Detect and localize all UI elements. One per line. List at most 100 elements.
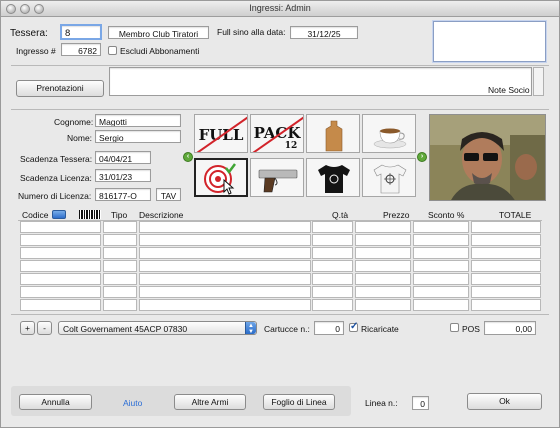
prenotazioni-button[interactable]: Prenotazioni bbox=[16, 80, 104, 97]
tile-coffee[interactable] bbox=[362, 114, 416, 153]
licenza-tipo-field: TAV bbox=[156, 188, 181, 201]
cell-descrizione[interactable] bbox=[139, 286, 311, 298]
cell-prezzo[interactable] bbox=[355, 273, 411, 285]
tile-tshirt-black[interactable] bbox=[306, 158, 360, 197]
pos-checkbox[interactable] bbox=[450, 323, 459, 332]
tile-tshirt-white[interactable] bbox=[362, 158, 416, 197]
col-totale: TOTALE bbox=[499, 210, 532, 220]
altre-armi-button[interactable]: Altre Armi bbox=[174, 394, 246, 410]
ingresso-label: Ingresso # bbox=[16, 46, 56, 56]
note-socio-label: Note Socio bbox=[488, 85, 530, 95]
numero-licenza-field[interactable]: 816177-O bbox=[95, 188, 151, 201]
scadenza-tessera-label: Scadenza Tessera: bbox=[20, 154, 93, 164]
cell-descrizione[interactable] bbox=[139, 221, 311, 233]
tile-silhouette-target[interactable] bbox=[306, 114, 360, 153]
cell-totale[interactable] bbox=[471, 221, 541, 233]
silhouette-target-icon bbox=[325, 120, 343, 152]
codice-menu-icon[interactable] bbox=[52, 210, 66, 219]
cell-tipo[interactable] bbox=[103, 286, 137, 298]
add-row-button[interactable]: + bbox=[20, 321, 35, 335]
cell-descrizione[interactable] bbox=[139, 260, 311, 272]
note-socio-area[interactable] bbox=[109, 67, 532, 96]
cell-totale[interactable] bbox=[471, 273, 541, 285]
cell-codice[interactable] bbox=[20, 299, 101, 311]
window-title: Ingressi: Admin bbox=[249, 3, 311, 13]
cognome-field[interactable]: Magotti bbox=[95, 114, 181, 127]
cell-totale[interactable] bbox=[471, 247, 541, 259]
cell-quantita[interactable] bbox=[312, 221, 353, 233]
weapon-select[interactable]: Colt Governament 45ACP 07830 ▲ ▼ bbox=[58, 321, 257, 335]
membership-type-field: Membro Club Tiratori bbox=[108, 26, 209, 39]
cell-totale[interactable] bbox=[471, 234, 541, 246]
remove-row-button[interactable]: - bbox=[37, 321, 52, 335]
items-table-body bbox=[18, 221, 542, 311]
cell-prezzo[interactable] bbox=[355, 234, 411, 246]
cell-tipo[interactable] bbox=[103, 273, 137, 285]
tile-pistol[interactable] bbox=[250, 158, 304, 197]
cell-sconto[interactable] bbox=[413, 260, 469, 272]
nome-field[interactable]: Sergio bbox=[95, 130, 181, 143]
tile-full-pass[interactable]: FULL bbox=[194, 114, 248, 153]
cell-tipo[interactable] bbox=[103, 260, 137, 272]
cell-sconto[interactable] bbox=[413, 234, 469, 246]
cell-sconto[interactable] bbox=[413, 247, 469, 259]
pos-amount-field[interactable]: 0,00 bbox=[484, 321, 536, 335]
scadenza-tessera-field[interactable]: 04/04/21 bbox=[95, 151, 151, 164]
cell-prezzo[interactable] bbox=[355, 286, 411, 298]
cell-tipo[interactable] bbox=[103, 247, 137, 259]
cell-quantita[interactable] bbox=[312, 299, 353, 311]
cell-codice[interactable] bbox=[20, 221, 101, 233]
annulla-button[interactable]: Annulla bbox=[19, 394, 92, 410]
previous-products-icon[interactable]: ‹ bbox=[183, 152, 193, 162]
pack-word: PACK bbox=[253, 124, 301, 142]
cell-codice[interactable] bbox=[20, 247, 101, 259]
cell-codice[interactable] bbox=[20, 234, 101, 246]
cell-codice[interactable] bbox=[20, 273, 101, 285]
cell-prezzo[interactable] bbox=[355, 247, 411, 259]
scadenza-licenza-field[interactable]: 31/01/23 bbox=[95, 169, 151, 182]
tessera-input[interactable]: 8 bbox=[60, 24, 102, 40]
cell-prezzo[interactable] bbox=[355, 260, 411, 272]
cell-tipo[interactable] bbox=[103, 299, 137, 311]
cell-quantita[interactable] bbox=[312, 247, 353, 259]
cell-totale[interactable] bbox=[471, 299, 541, 311]
cell-sconto[interactable] bbox=[413, 273, 469, 285]
cell-prezzo[interactable] bbox=[355, 221, 411, 233]
cell-tipo[interactable] bbox=[103, 234, 137, 246]
cell-quantita[interactable] bbox=[312, 286, 353, 298]
cell-sconto[interactable] bbox=[413, 221, 469, 233]
barcode-icon[interactable] bbox=[79, 210, 101, 219]
chevron-updown-icon: ▲ ▼ bbox=[245, 322, 256, 335]
cartucce-label: Cartucce n.: bbox=[264, 324, 310, 334]
linea-input[interactable]: 0 bbox=[412, 396, 429, 410]
cell-sconto[interactable] bbox=[413, 299, 469, 311]
cell-codice[interactable] bbox=[20, 260, 101, 272]
cell-codice[interactable] bbox=[20, 286, 101, 298]
cell-totale[interactable] bbox=[471, 286, 541, 298]
cell-descrizione[interactable] bbox=[139, 247, 311, 259]
tile-target-selected[interactable] bbox=[194, 158, 248, 197]
pos-label: POS bbox=[462, 324, 480, 334]
cell-totale[interactable] bbox=[471, 260, 541, 272]
ricaricate-checkbox[interactable] bbox=[349, 321, 358, 332]
cell-sconto[interactable] bbox=[413, 286, 469, 298]
cell-tipo[interactable] bbox=[103, 221, 137, 233]
cell-prezzo[interactable] bbox=[355, 299, 411, 311]
table-row bbox=[18, 221, 542, 234]
next-products-icon[interactable]: › bbox=[417, 152, 427, 162]
note-scrollbar[interactable] bbox=[533, 67, 544, 96]
aiuto-link[interactable]: Aiuto bbox=[123, 398, 142, 408]
tile-pack-12[interactable]: PACK 12 bbox=[250, 114, 304, 153]
escludi-abbonamenti-checkbox[interactable] bbox=[108, 46, 117, 55]
cell-descrizione[interactable] bbox=[139, 234, 311, 246]
table-row bbox=[18, 273, 542, 286]
cell-quantita[interactable] bbox=[312, 273, 353, 285]
foglio-di-linea-button[interactable]: Foglio di Linea bbox=[263, 394, 335, 410]
cell-descrizione[interactable] bbox=[139, 273, 311, 285]
cell-quantita[interactable] bbox=[312, 260, 353, 272]
cell-quantita[interactable] bbox=[312, 234, 353, 246]
cell-descrizione[interactable] bbox=[139, 299, 311, 311]
full-until-field: 31/12/25 bbox=[290, 26, 358, 39]
cartucce-input[interactable]: 0 bbox=[314, 321, 344, 335]
ok-button[interactable]: Ok bbox=[467, 393, 542, 410]
